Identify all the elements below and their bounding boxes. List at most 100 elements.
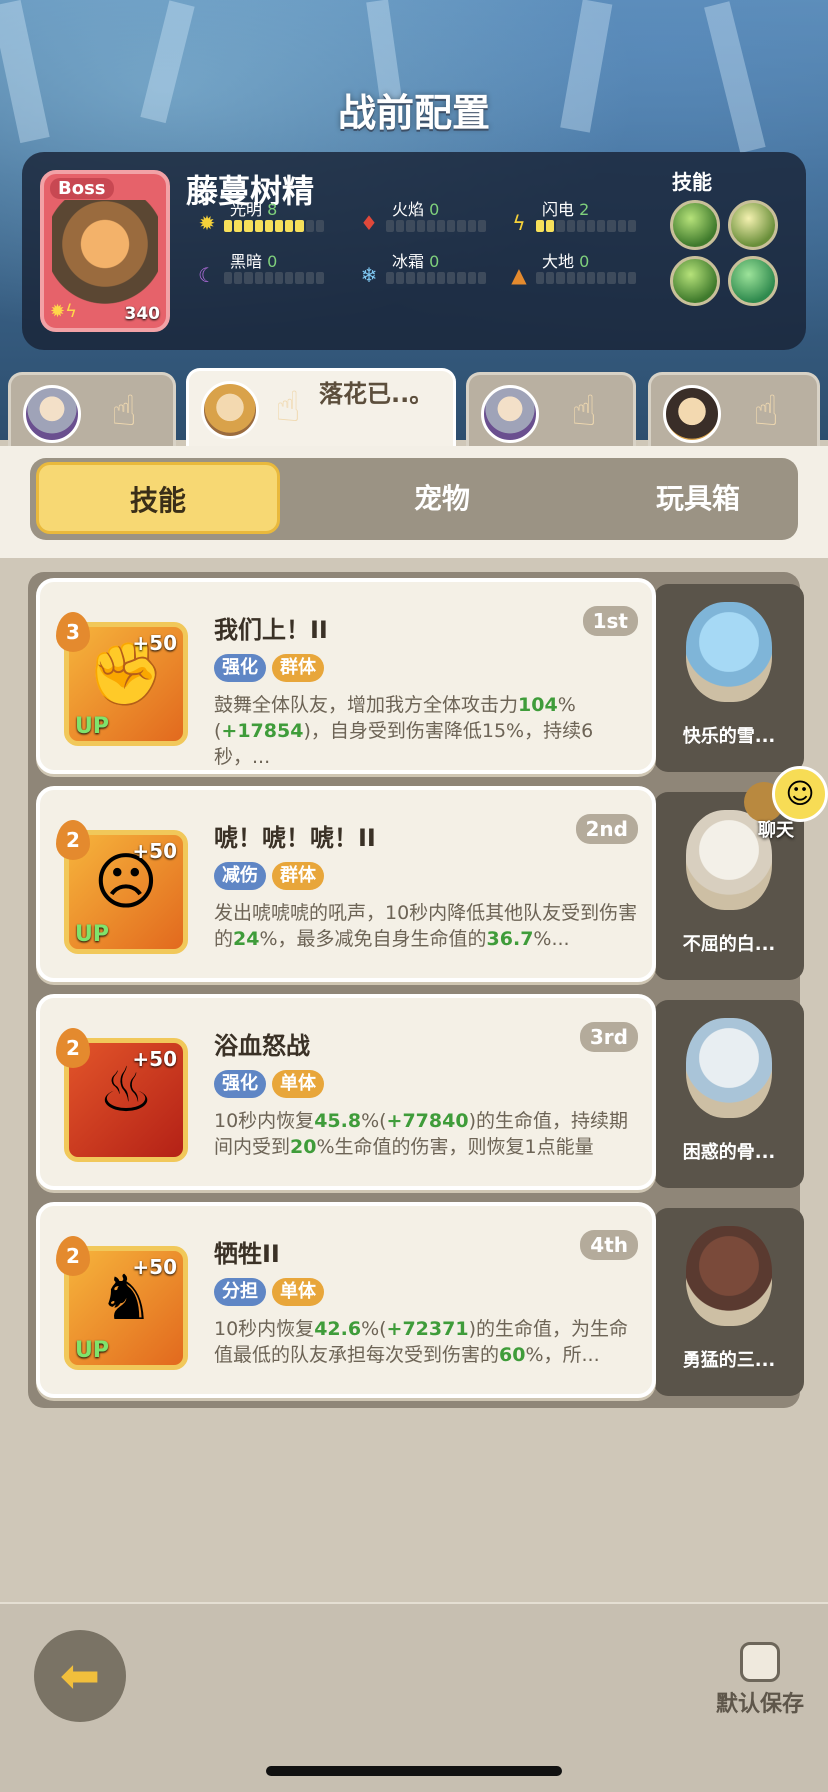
element-value: 0 xyxy=(267,252,278,271)
element-name: 大地 xyxy=(542,252,575,271)
pet-slot[interactable]: 勇猛的三... xyxy=(654,1208,804,1396)
back-arrow-icon: ⬅ xyxy=(59,1648,101,1704)
sun-icon: ✹ xyxy=(198,211,216,235)
boss-skill-3-icon[interactable] xyxy=(670,256,720,306)
boss-skill-2-icon[interactable] xyxy=(728,200,778,250)
element-bar xyxy=(386,220,487,232)
hand-icon: ☝ xyxy=(275,382,301,431)
snowflake-icon: ❄ xyxy=(360,263,378,287)
earth-icon: ▲ xyxy=(511,263,527,287)
hero-tab-1[interactable]: ☝ xyxy=(8,372,176,446)
skill-tag: 强化 xyxy=(214,654,266,682)
hero-avatar xyxy=(663,385,721,443)
element-fire: ♦ 火焰 0 xyxy=(356,196,496,236)
element-value: 8 xyxy=(267,200,278,219)
upgrade-indicator: UP xyxy=(75,922,109,947)
skill-rank: 1st xyxy=(582,606,638,636)
pet-slot[interactable]: 快乐的雪... xyxy=(654,584,804,772)
skill-tags: 减伤 群体 xyxy=(214,862,324,890)
boss-skills-label: 技能 xyxy=(672,170,712,194)
boss-skill-1-icon[interactable] xyxy=(670,200,720,250)
home-indicator[interactable] xyxy=(266,1766,562,1776)
element-value: 0 xyxy=(579,252,590,271)
boss-portrait xyxy=(52,200,158,310)
hand-icon: ☝ xyxy=(753,386,779,435)
hero-avatar xyxy=(23,385,81,443)
skill-tag: 群体 xyxy=(272,862,324,890)
lightning-icon: ϟ xyxy=(512,211,526,235)
skill-rank: 3rd xyxy=(579,1022,638,1052)
hero-tab-name: 落花已..。 xyxy=(319,380,434,408)
boss-info-panel: Boss ✹ϟ 340 藤蔓树精 ✹ 光明 8 ♦ 火焰 0 ϟ 闪电 2 ☾ … xyxy=(22,152,806,350)
element-value: 0 xyxy=(429,252,440,271)
skill-level-badge: 2 xyxy=(56,1028,90,1068)
hero-tab-4[interactable]: ☝ xyxy=(648,372,820,446)
skill-card[interactable]: ☹ +50 UP 2 唬！唬！唬！II 2nd 减伤 群体 发出唬唬唬的吼声，1… xyxy=(36,786,656,982)
skill-tag: 群体 xyxy=(272,654,324,682)
element-name: 光明 xyxy=(230,200,263,219)
hero-avatar xyxy=(201,381,259,439)
tab-skills[interactable]: 技能 xyxy=(36,462,280,534)
skill-card[interactable]: ♞ +50 UP 2 牺牲II 4th 分担 单体 10秒内恢复42.6%(+7… xyxy=(36,1202,656,1398)
hand-icon: ☝ xyxy=(571,386,597,435)
skill-row: 勇猛的三... ♞ +50 UP 2 牺牲II 4th 分担 单体 10秒内恢复… xyxy=(36,1202,804,1398)
element-bar xyxy=(536,272,637,284)
upgrade-indicator: UP xyxy=(75,1338,109,1363)
skill-card[interactable]: ✊ +50 UP 3 我们上！II 1st 强化 群体 鼓舞全体队友，增加我方全… xyxy=(36,578,656,774)
skill-row: 不屈的白... ☹ +50 UP 2 唬！唬！唬！II 2nd 减伤 群体 发出… xyxy=(36,786,804,982)
back-button[interactable]: ⬅ xyxy=(34,1630,126,1722)
skill-tags: 强化 单体 xyxy=(214,1070,324,1098)
pet-figure xyxy=(686,1226,772,1326)
element-name: 闪电 xyxy=(542,200,575,219)
boss-card[interactable]: Boss ✹ϟ 340 xyxy=(40,170,170,332)
element-value: 0 xyxy=(429,200,440,219)
element-frost: ❄ 冰霜 0 xyxy=(356,248,496,288)
boss-element-icons: ✹ϟ xyxy=(50,301,77,322)
skill-bonus: +50 xyxy=(132,839,177,863)
element-bar xyxy=(536,220,637,232)
hero-tab-3[interactable]: ☝ xyxy=(466,372,636,446)
element-value: 2 xyxy=(579,200,590,219)
skill-bonus: +50 xyxy=(132,1047,177,1071)
element-bar xyxy=(386,272,487,284)
hero-tab-2[interactable]: ☝ 落花已..。 xyxy=(186,368,456,446)
skill-description: 发出唬唬唬的吼声，10秒内降低其他队友受到伤害的24%，最多减免自身生命值的36… xyxy=(214,902,638,950)
element-name: 火焰 xyxy=(392,200,425,219)
smiley-icon: ☺ xyxy=(772,766,828,822)
default-save-label: 默认保存 xyxy=(716,1692,805,1717)
skill-card[interactable]: ♨ +50 2 浴血怒战 3rd 强化 单体 10秒内恢复45.8%(+7784… xyxy=(36,994,656,1190)
element-lightning: ϟ 闪电 2 xyxy=(506,196,646,236)
skill-tag: 分担 xyxy=(214,1278,266,1306)
skill-rank: 2nd xyxy=(575,814,638,844)
chat-label: 聊天 xyxy=(758,820,794,841)
pet-slot[interactable]: 困惑的骨... xyxy=(654,1000,804,1188)
boss-skill-4-icon[interactable] xyxy=(728,256,778,306)
skill-tag: 减伤 xyxy=(214,862,266,890)
skill-tags: 强化 群体 xyxy=(214,654,324,682)
upgrade-indicator: UP xyxy=(75,714,109,739)
skill-row: 困惑的骨... ♨ +50 2 浴血怒战 3rd 强化 单体 10秒内恢复45.… xyxy=(36,994,804,1190)
fire-icon: ♦ xyxy=(360,211,378,235)
skill-name: 牺牲II xyxy=(214,1240,280,1268)
chat-button[interactable]: ☺ 聊天 xyxy=(744,766,828,846)
element-earth: ▲ 大地 0 xyxy=(506,248,646,288)
skill-name: 唬！唬！唬！II xyxy=(214,824,376,852)
footer-bar xyxy=(0,1602,828,1792)
tab-toybox[interactable]: 玩具箱 xyxy=(570,458,826,540)
pet-figure xyxy=(686,1018,772,1118)
skill-name: 浴血怒战 xyxy=(214,1032,310,1060)
moon-icon: ☾ xyxy=(198,263,216,287)
skill-name: 我们上！II xyxy=(214,616,328,644)
page-title: 战前配置 xyxy=(337,91,490,135)
skill-bonus: +50 xyxy=(132,631,177,655)
skill-tags: 分担 单体 xyxy=(214,1278,324,1306)
element-name: 黑暗 xyxy=(230,252,263,271)
default-save-checkbox[interactable] xyxy=(740,1642,780,1682)
skill-tag: 单体 xyxy=(272,1070,324,1098)
element-bar xyxy=(224,220,325,232)
tab-pets[interactable]: 宠物 xyxy=(314,458,570,540)
hero-avatar xyxy=(481,385,539,443)
boss-tag: Boss xyxy=(50,178,114,199)
pet-name: 困惑的骨... xyxy=(682,1142,776,1163)
boss-level: 340 xyxy=(124,304,161,324)
